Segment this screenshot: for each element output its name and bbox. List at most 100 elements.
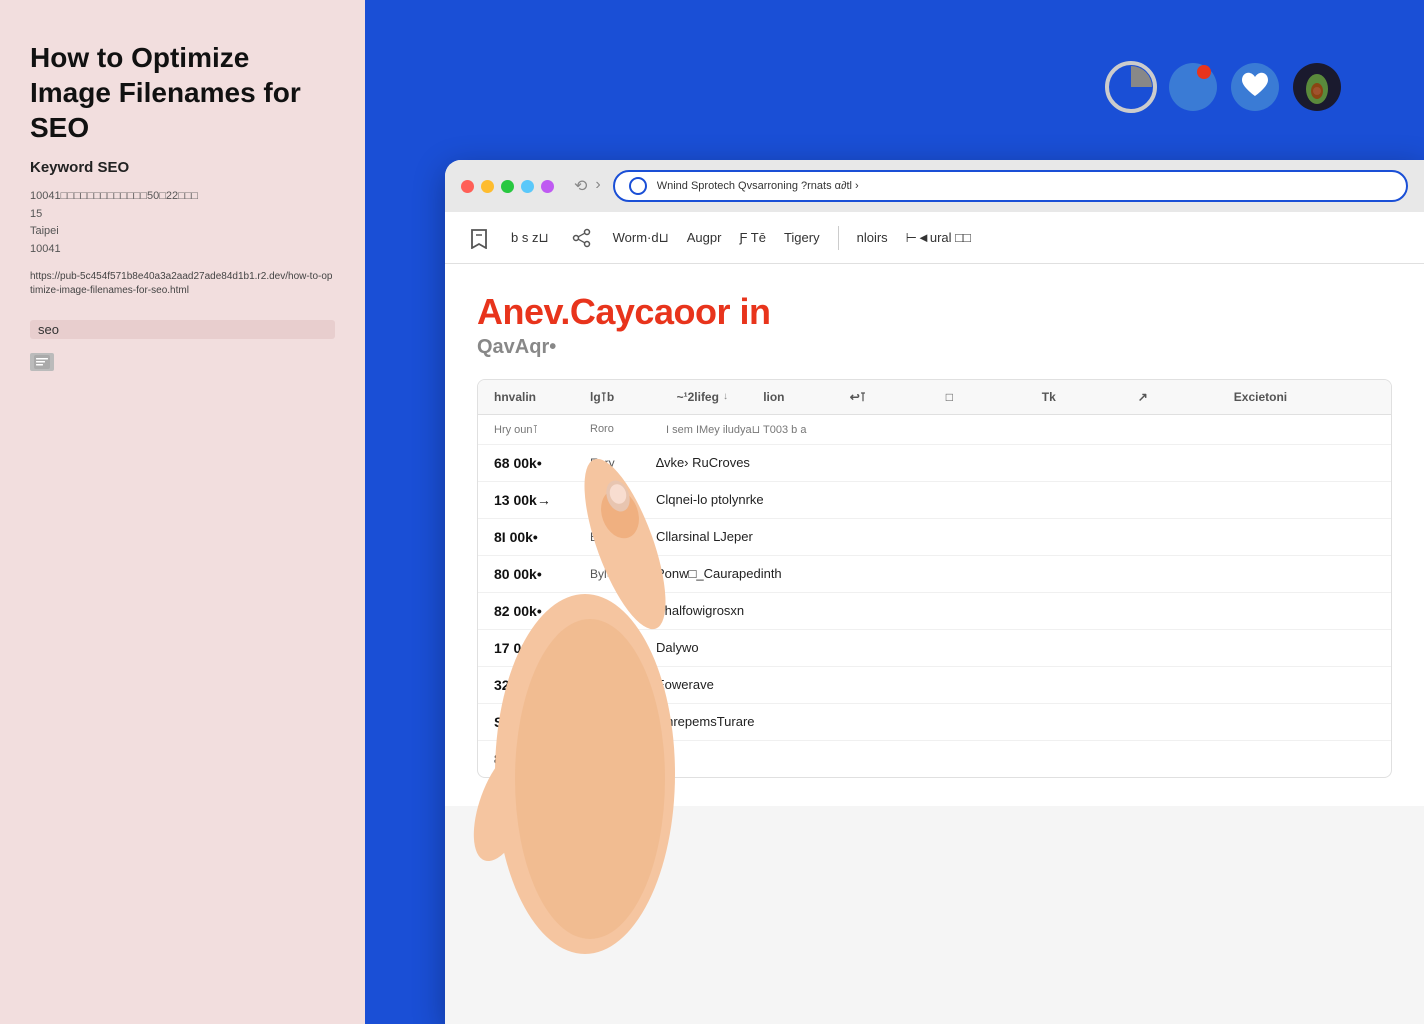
table-row[interactable]: 8I 00k• Egry Cllarsinal LJeper xyxy=(478,519,1391,556)
toolbar-worm-label: Worm·d⊔ xyxy=(613,230,669,246)
meta-line3: Taipei xyxy=(30,223,335,241)
td-name-1: Clqnei-lo ptolynrke xyxy=(656,492,1375,507)
th-hnvalin: hnvalin xyxy=(494,390,574,404)
th-arrow2: ↩⊺ xyxy=(850,390,930,404)
sub-col2: Roro xyxy=(590,423,650,435)
td-tag-7: Nilly xyxy=(590,715,640,729)
table-row[interactable]: 68 00k• Eory ∆vke› RuCroves xyxy=(478,445,1391,482)
table-row[interactable]: 32 00k• Bory Eowerave xyxy=(478,667,1391,704)
sidebar-url: https://pub-5c454f571b8e40a3a2aad27ade84… xyxy=(30,270,335,298)
table-row[interactable]: 8F 00k• xyxy=(478,741,1391,777)
td-num-0: 68 00k• xyxy=(494,455,574,471)
td-name-4: Ehalfowigrosxn xyxy=(656,603,1375,618)
table-row[interactable]: S0 00k• Nilly OhrepemsTurare xyxy=(478,704,1391,741)
td-tag-4: Bury xyxy=(590,604,640,618)
tl-red[interactable] xyxy=(461,180,474,193)
td-num-4: 82 00k• xyxy=(494,603,574,619)
nav-buttons: ⟲ › xyxy=(574,176,601,196)
td-num-5: 17 00k• xyxy=(494,640,574,656)
td-tag-2: Egry xyxy=(590,530,640,544)
sidebar-title: How to Optimize Image Filenames for SEO xyxy=(30,40,335,145)
td-tag-5: Ryl× xyxy=(590,641,640,655)
browser-window: ⟲ › Wnind Sprotech Qvsarroning ?rnats α∂… xyxy=(445,160,1424,1024)
table-body: 68 00k• Eory ∆vke› RuCroves 13 00k→ Byr×… xyxy=(478,445,1391,777)
sidebar-meta: 10041□□□□□□□□□□□□□50□22□□□ 15 Taipei 100… xyxy=(30,188,335,258)
page-headline: Anev.Caycaoor in xyxy=(477,292,1392,332)
toolbar-ural-label: ⊢◄ural □□ xyxy=(906,230,971,246)
td-num-2: 8I 00k• xyxy=(494,529,574,545)
td-tag-1: Byr× xyxy=(590,493,640,507)
page-title-area: Anev.Caycaoor in QavAqr• xyxy=(477,292,1392,359)
sidebar: How to Optimize Image Filenames for SEO … xyxy=(0,0,365,1024)
td-name-5: Dalywo xyxy=(656,640,1375,655)
nav-back-icon[interactable]: ⟲ xyxy=(574,176,587,196)
td-name-0: ∆vke› RuCroves xyxy=(656,455,1375,470)
data-table: hnvalin lg⊺b ~¹2lifeg ↓ lion ↩⊺ □ Tk ↗ E… xyxy=(477,379,1392,778)
tl-purple[interactable] xyxy=(541,180,554,193)
th-diag-arrow: ↗ xyxy=(1138,390,1218,404)
page-subtitle: QavAqr• xyxy=(477,336,1392,359)
table-row[interactable]: 82 00k• Bury Ehalfowigrosxn xyxy=(478,593,1391,630)
sub-col1: Hry oun⊺ xyxy=(494,423,574,436)
td-num-6: 32 00k• xyxy=(494,677,574,693)
th-arrow-icon: ↓ xyxy=(723,391,728,402)
tl-green[interactable] xyxy=(501,180,514,193)
browser-titlebar: ⟲ › Wnind Sprotech Qvsarroning ?rnats α∂… xyxy=(445,160,1424,212)
td-num-3: 80 00k• xyxy=(494,566,574,582)
toolbar-nloirs-label: nloirs xyxy=(857,230,888,245)
deco-icon-4 xyxy=(1290,60,1344,114)
headline-part1: Anev. xyxy=(477,291,570,332)
meta-line4: 10041 xyxy=(30,241,335,259)
main-area: ⟲ › Wnind Sprotech Qvsarroning ?rnats α∂… xyxy=(365,0,1424,1024)
browser-content: Anev.Caycaoor in QavAqr• hnvalin lg⊺b ~¹… xyxy=(445,264,1424,806)
address-bar[interactable]: Wnind Sprotech Qvsarroning ?rnats α∂tl › xyxy=(613,170,1408,202)
table-row[interactable]: 13 00k→ Byr× Clqnei-lo ptolynrke xyxy=(478,482,1391,519)
th-square: □ xyxy=(946,390,1026,404)
deco-icon-2 xyxy=(1166,60,1220,114)
sidebar-subtitle: Keyword SEO xyxy=(30,159,335,176)
nav-forward-icon[interactable]: › xyxy=(595,176,600,196)
meta-line1: 10041□□□□□□□□□□□□□50□22□□□ xyxy=(30,188,335,206)
traffic-lights xyxy=(461,180,554,193)
browser-toolbar: b s z⊔ Worm·d⊔ Augpr Ƒ Tē Tigery nloirs … xyxy=(445,212,1424,264)
th-excietion: Excietoni xyxy=(1234,390,1375,404)
table-row[interactable]: 80 00k• Byl× Ponw□_Caurapedinth xyxy=(478,556,1391,593)
th-filter[interactable]: ~¹2lifeg ↓ xyxy=(677,390,748,404)
toolbar-augpr-label: Augpr xyxy=(687,230,722,245)
td-num-8: 8F 00k• xyxy=(494,751,574,767)
tl-yellow[interactable] xyxy=(481,180,494,193)
toolbar-bookmark-icon[interactable] xyxy=(465,224,493,252)
td-num-7: S0 00k• xyxy=(494,714,574,730)
th-tk: Tk xyxy=(1042,390,1122,404)
top-decorative-icons xyxy=(1104,60,1344,114)
deco-icon-1 xyxy=(1104,60,1158,114)
address-text: Wnind Sprotech Qvsarroning ?rnats α∂tl › xyxy=(657,180,859,192)
meta-line2: 15 xyxy=(30,206,335,224)
table-header: hnvalin lg⊺b ~¹2lifeg ↓ lion ↩⊺ □ Tk ↗ E… xyxy=(478,380,1391,415)
toolbar-share-icon[interactable] xyxy=(567,224,595,252)
sub-col3: I sem IMey iludya⊔ T003 b a xyxy=(666,423,806,436)
toolbar-label-1: b s z⊔ xyxy=(511,230,549,246)
th-lgtb: lg⊺b xyxy=(590,390,661,404)
td-name-3: Ponw□_Caurapedinth xyxy=(656,566,1375,581)
sidebar-tag: seo xyxy=(30,320,335,339)
deco-icon-3 xyxy=(1228,60,1282,114)
td-tag-0: Eory xyxy=(590,456,640,470)
address-circle-icon xyxy=(629,177,647,195)
toolbar-separator xyxy=(838,226,839,250)
td-name-2: Cllarsinal LJeper xyxy=(656,529,1375,544)
td-name-6: Eowerave xyxy=(656,677,1375,692)
th-lion: lion xyxy=(763,390,834,404)
toolbar-te-label: Ƒ Tē xyxy=(739,230,766,245)
td-tag-6: Bory xyxy=(590,678,640,692)
td-name-7: OhrepemsTurare xyxy=(656,714,1375,729)
tl-blue[interactable] xyxy=(521,180,534,193)
table-subheader: Hry oun⊺ Roro I sem IMey iludya⊔ T003 b … xyxy=(478,415,1391,445)
headline-part3: in xyxy=(730,291,771,332)
table-row[interactable]: 17 00k• Ryl× Dalywo xyxy=(478,630,1391,667)
td-tag-3: Byl× xyxy=(590,567,640,581)
td-num-1: 13 00k→ xyxy=(494,492,574,508)
sidebar-doc-icon xyxy=(30,353,54,371)
headline-part2: Caycaoor xyxy=(570,291,730,332)
toolbar-tiger-label: Tigery xyxy=(784,230,820,245)
